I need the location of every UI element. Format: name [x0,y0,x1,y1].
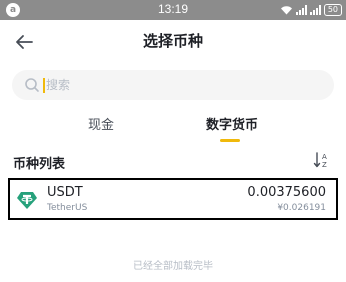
tab-crypto[interactable]: 数字货币 [206,114,258,133]
wifi-icon [280,6,292,15]
tether-logo-icon [17,192,37,209]
sort-az-icon[interactable]: A Z [313,151,333,169]
page-title: 选择币种 [142,32,203,50]
battery-icon: 50 [323,4,342,16]
coin-name: TetherUS [47,203,88,213]
status-icons: 50 [280,3,342,17]
signal-icon-2 [309,5,321,15]
tab-cash[interactable]: 现金 [88,114,114,133]
all-loaded-note: 已经全部加载完毕 [133,261,213,272]
section-title: 币种列表 [13,157,66,172]
search-input[interactable] [46,70,316,100]
coin-fiat-value: ¥0.026191 [277,203,326,213]
coin-amount: 0.00375600 [247,185,326,200]
search-icon [25,78,39,92]
svg-text:Z: Z [322,161,327,169]
signal-icon [295,5,307,15]
header: 选择币种 [0,20,346,64]
text-cursor [43,78,45,93]
active-tab-indicator [220,139,240,142]
search-bar[interactable] [12,70,334,100]
coin-symbol: USDT [47,185,83,200]
status-bar: a 13:19 50 [0,0,346,20]
currency-type-tabs: 现金 数字货币 [0,108,346,144]
coin-list-item[interactable]: USDT TetherUS 0.00375600 ¥0.026191 [8,178,338,220]
svg-text:A: A [322,153,327,161]
